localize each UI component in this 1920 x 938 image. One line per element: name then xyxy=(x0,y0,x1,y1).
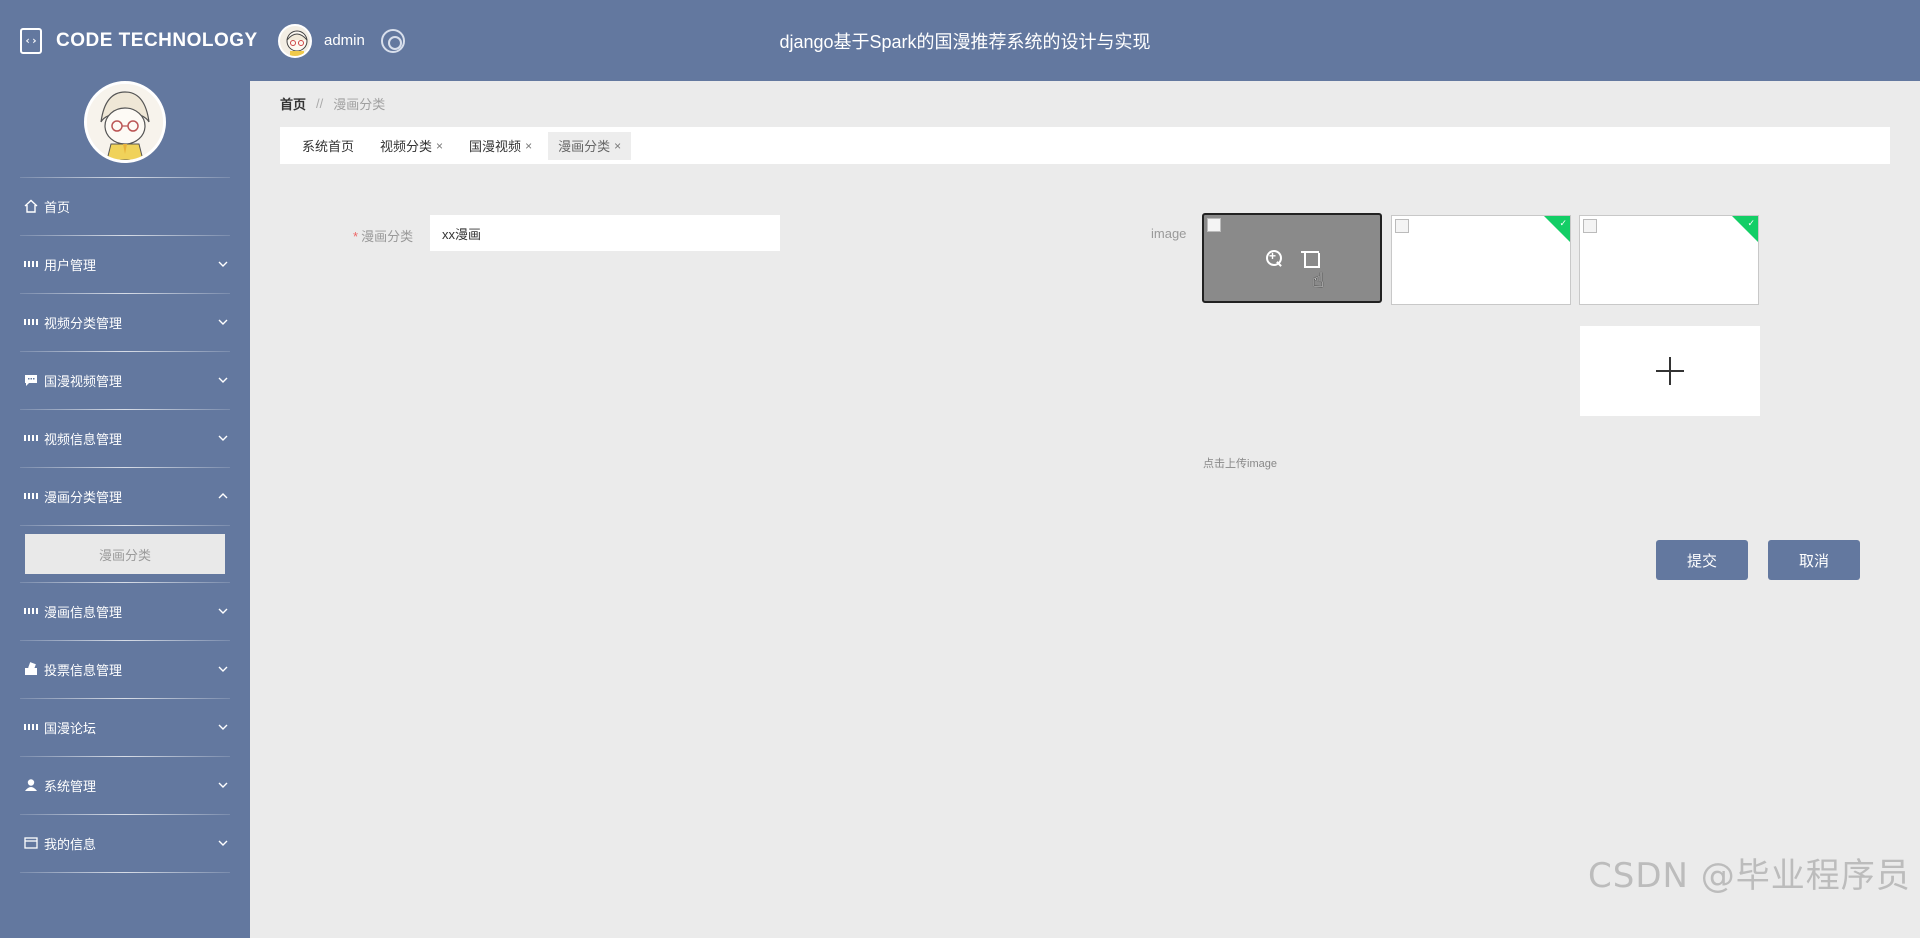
tab-video-category[interactable]: 视频分类 × xyxy=(370,132,453,160)
sidebar-item-video-info[interactable]: 视频信息管理 xyxy=(0,409,250,467)
chevron-down-icon xyxy=(218,838,228,848)
user-icon xyxy=(24,778,38,792)
uploaded-image-2[interactable]: ✓ xyxy=(1391,215,1571,305)
breadcrumb: 首页 // 漫画分类 xyxy=(280,94,385,113)
grid-icon xyxy=(24,489,38,503)
zoom-in-icon[interactable]: + xyxy=(1265,249,1283,267)
breadcrumb-separator: // xyxy=(316,96,324,111)
grid-icon xyxy=(24,604,38,618)
code-file-icon: ‹› xyxy=(20,27,42,54)
user-area[interactable]: admin xyxy=(278,0,405,81)
sidebar-item-user-management[interactable]: 用户管理 xyxy=(0,235,250,293)
uploaded-image-3[interactable]: ✓ xyxy=(1579,215,1759,305)
theme-settings-icon[interactable] xyxy=(380,28,405,53)
close-icon[interactable]: × xyxy=(436,139,443,153)
sidebar-item-anime-video[interactable]: 国漫视频管理 xyxy=(0,351,250,409)
brand-name: CODE TECHNOLOGY xyxy=(56,29,258,51)
upload-image-button[interactable] xyxy=(1580,326,1760,416)
submenu-item-comic-category[interactable]: 漫画分类 xyxy=(25,534,225,574)
brand: ‹› CODE TECHNOLOGY xyxy=(20,0,258,81)
sidebar-item-comic-category[interactable]: 漫画分类管理 xyxy=(0,467,250,525)
category-input[interactable] xyxy=(430,215,780,251)
card-icon xyxy=(24,836,38,850)
breadcrumb-current: 漫画分类 xyxy=(333,97,386,112)
tab-comic-category[interactable]: 漫画分类 × xyxy=(548,131,632,160)
grid-icon xyxy=(24,431,38,445)
chevron-down-icon xyxy=(218,375,228,385)
sidebar-item-video-category[interactable]: 视频分类管理 xyxy=(0,293,250,351)
user-avatar[interactable] xyxy=(278,23,312,58)
upload-hint: 点击上传image xyxy=(1203,458,1277,470)
tab-system-home[interactable]: 系统首页 xyxy=(292,132,364,160)
category-field-label: * 漫画分类 xyxy=(353,229,414,244)
chevron-down-icon xyxy=(218,317,228,327)
chevron-down-icon xyxy=(218,259,228,269)
watermark: CSDN @毕业程序员 xyxy=(1588,856,1911,896)
submit-button[interactable]: 提交 xyxy=(1656,540,1748,580)
page-title: django基于Spark的国漫推荐系统的设计与实现 xyxy=(779,31,1151,52)
close-icon[interactable]: × xyxy=(525,139,532,153)
sidebar-item-my-info[interactable]: 我的信息 xyxy=(0,814,250,872)
sidebar-item-home[interactable]: 首页 xyxy=(0,177,250,235)
delete-icon[interactable] xyxy=(1301,249,1320,268)
image-actions: + xyxy=(1204,249,1380,268)
user-name[interactable]: admin xyxy=(324,32,365,49)
check-icon: ✓ xyxy=(1559,218,1567,228)
grid-icon xyxy=(24,720,38,734)
sidebar-item-system[interactable]: 系统管理 xyxy=(0,756,250,814)
sidebar-item-comic-info[interactable]: 漫画信息管理 xyxy=(0,582,250,640)
sidebar-item-forum[interactable]: 国漫论坛 xyxy=(0,698,250,756)
broken-image-icon xyxy=(1395,219,1409,233)
vote-icon xyxy=(24,662,38,676)
image-field-label: image xyxy=(1151,226,1187,241)
chevron-up-icon xyxy=(218,491,228,501)
divider xyxy=(20,525,230,526)
grid-icon xyxy=(24,315,38,329)
sidebar-menu: 首页 用户管理 视频分类管理 国漫视频管理 视频信息管理 漫画分类管理 漫画分类… xyxy=(0,177,250,873)
home-icon xyxy=(24,199,38,213)
grid-icon xyxy=(24,257,38,271)
chevron-down-icon xyxy=(218,433,228,443)
uploaded-image-1[interactable]: + xyxy=(1202,213,1382,303)
check-icon: ✓ xyxy=(1747,218,1755,228)
tab-bar: 系统首页 视频分类 × 国漫视频 × 漫画分类 × xyxy=(280,127,1890,164)
chat-icon xyxy=(24,373,38,387)
tab-anime-video[interactable]: 国漫视频 × xyxy=(459,132,542,160)
sidebar-item-vote-info[interactable]: 投票信息管理 xyxy=(0,640,250,698)
hand-cursor-icon: ☝ xyxy=(1312,270,1325,292)
sidebar: 首页 用户管理 视频分类管理 国漫视频管理 视频信息管理 漫画分类管理 漫画分类… xyxy=(0,81,250,938)
sidebar-avatar xyxy=(84,81,166,163)
broken-image-icon xyxy=(1207,218,1221,232)
chevron-down-icon xyxy=(218,664,228,674)
cancel-button[interactable]: 取消 xyxy=(1768,540,1860,580)
broken-image-icon xyxy=(1583,219,1597,233)
close-icon[interactable]: × xyxy=(614,139,621,153)
chevron-down-icon xyxy=(218,606,228,616)
breadcrumb-home[interactable]: 首页 xyxy=(280,94,306,113)
chevron-down-icon xyxy=(218,722,228,732)
chevron-down-icon xyxy=(218,780,228,790)
top-header: ‹› CODE TECHNOLOGY admin django基于Spark的国… xyxy=(0,0,1920,81)
divider xyxy=(20,872,230,873)
plus-icon xyxy=(1656,357,1684,385)
